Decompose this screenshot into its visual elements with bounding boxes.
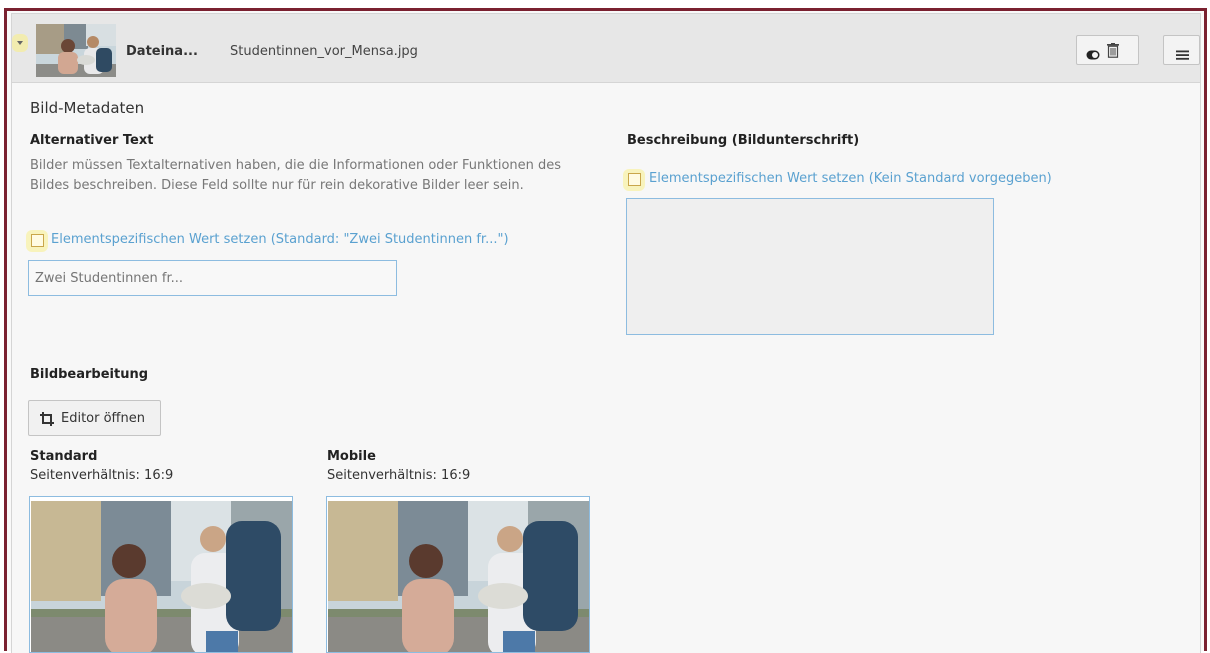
open-editor-label: Editor öffnen: [61, 411, 145, 426]
crop-mobile-ratio: Seitenverhältnis: 16:9: [327, 468, 471, 483]
section-title-metadata: Bild-Metadaten: [30, 99, 145, 117]
image-editing-title: Bildbearbeitung: [30, 367, 149, 382]
alt-text-override-checkbox[interactable]: [31, 234, 44, 247]
alt-text-input[interactable]: [28, 260, 397, 296]
open-editor-button[interactable]: Editor öffnen: [28, 400, 161, 436]
description-override-label[interactable]: Elementspezifischen Wert setzen (Kein St…: [649, 171, 1052, 186]
chevron-down-icon[interactable]: [17, 41, 23, 45]
alt-text-help: Bilder müssen Textalternativen haben, di…: [30, 158, 562, 193]
description-label: Beschreibung (Bildunterschrift): [627, 133, 860, 148]
hamburger-menu-icon: [1176, 45, 1189, 64]
crop-icon: [40, 411, 54, 430]
file-name: Studentinnen_vor_Mensa.jpg: [230, 44, 418, 59]
alt-text-override-label[interactable]: Elementspezifischen Wert setzen (Standar…: [51, 232, 509, 247]
toggle-icon[interactable]: [1086, 45, 1100, 64]
crop-standard-ratio: Seitenverhältnis: 16:9: [30, 468, 174, 483]
crop-preview-standard[interactable]: [29, 496, 293, 653]
crop-standard-title: Standard: [30, 449, 98, 464]
more-actions-button[interactable]: [1163, 35, 1200, 65]
file-thumbnail: [36, 24, 116, 77]
trash-icon[interactable]: [1107, 43, 1119, 62]
description-textarea[interactable]: [626, 198, 994, 335]
crop-mobile-title: Mobile: [327, 449, 376, 464]
description-override-checkbox[interactable]: [628, 173, 641, 186]
crop-preview-mobile[interactable]: [326, 496, 590, 653]
crop-preview-image: [328, 501, 589, 652]
crop-preview-image: [31, 501, 292, 652]
file-actions-group: [1076, 35, 1139, 65]
alt-text-label: Alternativer Text: [30, 133, 154, 148]
file-label: Dateina...: [126, 44, 198, 59]
